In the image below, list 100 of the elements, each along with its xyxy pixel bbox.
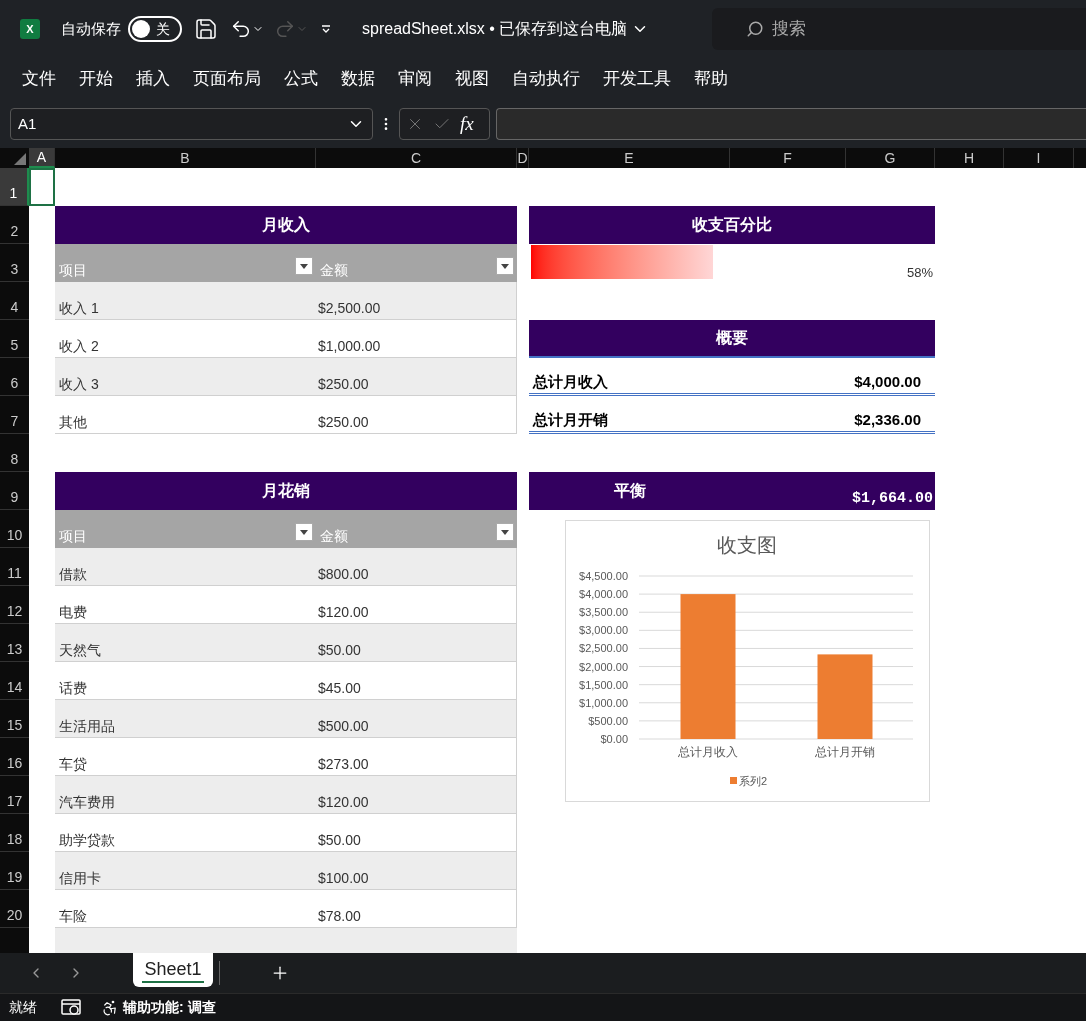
table-cell-text: 收入 3	[58, 375, 100, 394]
table-cell-text: $120.00	[317, 793, 370, 812]
menu-tab[interactable]: 帮助	[685, 66, 737, 92]
table-cell-text: $273.00	[317, 755, 370, 774]
status-ready: 就绪	[9, 998, 37, 1017]
section-title: 概要	[529, 320, 935, 358]
selected-cell[interactable]	[29, 168, 55, 206]
table-cell-text: $50.00	[317, 641, 362, 660]
filter-dropdown[interactable]	[496, 257, 514, 275]
axis-label: 总计月收入	[677, 745, 738, 759]
table-cell-text: 生活用品	[58, 717, 116, 736]
table-cell-text: 话费	[58, 679, 88, 698]
legend-swatch	[730, 777, 737, 784]
search-icon	[746, 20, 764, 38]
filter-dropdown[interactable]	[295, 257, 313, 275]
axis-label: $3,500.00	[579, 606, 628, 619]
table-cell-text: 收入 1	[58, 299, 100, 318]
undo-icon	[230, 18, 252, 40]
balance-label: 平衡	[613, 481, 646, 501]
redo-icon	[274, 18, 296, 40]
column-header[interactable]: A	[29, 148, 55, 168]
table-cell-text: $100.00	[317, 869, 370, 888]
table-title: 月收入	[55, 206, 517, 244]
table-cell-text: 其他	[58, 413, 88, 432]
menu-tab[interactable]: 插入	[127, 66, 179, 92]
section-title: 收支百分比	[529, 206, 935, 244]
accessibility-icon	[101, 998, 119, 1017]
save-icon	[194, 17, 218, 41]
axis-label: $3,000.00	[579, 624, 628, 637]
summary-label: 总计月收入	[533, 371, 608, 392]
summary-value: $4,000.00	[854, 371, 921, 392]
menu-tab[interactable]: 文件	[13, 66, 65, 92]
table-cell-text: $250.00	[317, 375, 370, 394]
menu-tab[interactable]: 审阅	[389, 66, 441, 92]
insert-function-button[interactable]: fx	[460, 109, 474, 139]
caret-icon	[501, 529, 509, 535]
axis-label: 总计月开销	[814, 745, 875, 759]
table-cell-text: $2,500.00	[317, 299, 382, 318]
table-cell-text: 车贷	[58, 755, 88, 774]
corner-triangle-icon	[14, 153, 26, 165]
excel-logo-icon: X	[20, 19, 40, 39]
axis-label: $4,500.00	[579, 570, 628, 582]
axis-label: $0.00	[600, 733, 628, 745]
customize-toolbar-button[interactable]	[320, 23, 332, 35]
axis-label: $1,000.00	[579, 696, 628, 709]
table-cell-text: 借款	[58, 565, 88, 584]
file-title-dropdown[interactable]: spreadSheet.xlsx • 已保存到这台电脑	[362, 17, 650, 41]
axis-label: $1,500.00	[579, 678, 628, 691]
menu-tab[interactable]: 开始	[70, 66, 122, 92]
customize-icon	[320, 23, 332, 35]
table-cell-text: $120.00	[317, 603, 370, 622]
balance-value: $1,664.00	[852, 488, 934, 509]
column-heading: 项目	[59, 261, 87, 280]
table-cell-text: $500.00	[317, 717, 370, 736]
menu-tab[interactable]: 公式	[275, 66, 327, 92]
name-box[interactable]: A1	[10, 108, 373, 140]
chart-title: 收支图	[716, 534, 777, 556]
table-cell-text: $78.00	[317, 907, 362, 926]
caret-icon	[501, 263, 509, 269]
axis-label: $500.00	[588, 714, 628, 727]
column-heading: 项目	[59, 527, 87, 546]
summary-value: $2,336.00	[854, 409, 921, 430]
table-title: 月花销	[55, 472, 517, 510]
formula-input[interactable]	[496, 108, 1086, 140]
column-heading: 金额	[320, 527, 348, 546]
table-cell-text: 收入 2	[58, 337, 100, 356]
axis-label: $4,000.00	[579, 588, 628, 601]
save-button[interactable]	[194, 17, 218, 41]
menu-tab[interactable]: 数据	[332, 66, 384, 92]
autosave-toggle[interactable]: 关	[128, 16, 182, 42]
table-cell-text: 助学贷款	[58, 831, 116, 850]
menu-tab[interactable]: 页面布局	[184, 66, 270, 92]
undo-button[interactable]	[230, 18, 264, 40]
row-header[interactable]: 1	[0, 168, 29, 206]
table-cell-text: 电费	[58, 603, 88, 622]
caret-icon	[300, 263, 308, 269]
menu-tab[interactable]: 开发工具	[594, 66, 680, 92]
menu-tab[interactable]: 自动执行	[503, 66, 589, 92]
autosave-label: 自动保存	[61, 18, 121, 39]
table-cell-text: $1,000.00	[317, 337, 382, 356]
table-cell-text: 信用卡	[58, 869, 102, 888]
table-cell-text: $800.00	[317, 565, 370, 584]
display-settings-icon[interactable]	[61, 998, 81, 1017]
filter-dropdown[interactable]	[295, 523, 313, 541]
accessibility-button[interactable]: 辅助功能: 调查	[101, 997, 216, 1018]
sheet-tab[interactable]: Sheet1	[133, 953, 213, 987]
table-cell-text: $45.00	[317, 679, 362, 698]
caret-icon	[300, 529, 308, 535]
column-heading: 金额	[320, 261, 348, 280]
percent-reading: 58%	[906, 263, 934, 282]
axis-label: $2,500.00	[579, 642, 628, 655]
filter-dropdown[interactable]	[496, 523, 514, 541]
legend-label: 系列2	[739, 775, 768, 787]
summary-label: 总计月开销	[533, 409, 608, 430]
table-cell-text: 汽车费用	[58, 793, 116, 812]
search-field[interactable]: 搜索	[712, 8, 1086, 50]
axis-label: $2,000.00	[579, 660, 628, 673]
table-cell-text: 车险	[58, 907, 88, 926]
table-cell-text: 天然气	[58, 641, 102, 660]
menu-tab[interactable]: 视图	[446, 66, 498, 92]
